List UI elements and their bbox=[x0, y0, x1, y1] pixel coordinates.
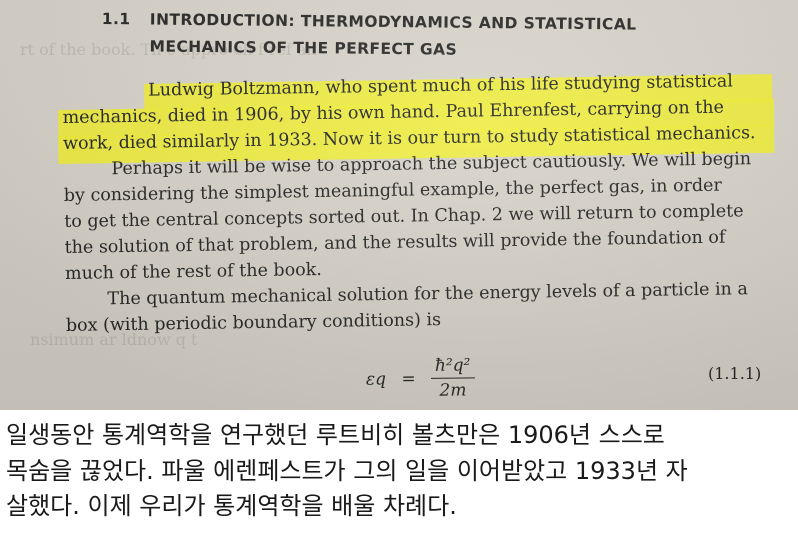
equation-numerator: ħ²q² bbox=[430, 355, 475, 379]
equation-fraction: ħ²q² 2m bbox=[430, 355, 475, 401]
section-heading: 1.1 INTRODUCTION: THERMODYNAMICS AND STAT… bbox=[101, 6, 637, 66]
equation-denominator: 2m bbox=[439, 380, 467, 401]
equation-lhs: εq bbox=[365, 368, 387, 390]
caption-line: 목숨을 끊었다. 파울 에렌페스트가 그의 일을 이어받았고 1933년 자 bbox=[6, 456, 688, 485]
equation: εq = ħ²q² 2m bbox=[366, 355, 475, 401]
caption-line: 살했다. 이제 우리가 통계역학을 배울 차례다. bbox=[6, 492, 457, 520]
section-number: 1.1 bbox=[101, 9, 131, 29]
equation-label: (1.1.1) bbox=[708, 364, 762, 383]
caption-line: 일생동안 통계역학을 연구했던 루트비히 볼츠만은 1906년 스스로 bbox=[6, 421, 665, 449]
caption: 일생동안 통계역학을 연구했던 루트비히 볼츠만은 1906년 스스로 목숨을 … bbox=[6, 418, 796, 525]
paragraph: Ludwig Boltzmann, who spent much of his … bbox=[62, 68, 759, 339]
section-title-line-2: MECHANICS OF THE PERFECT GAS bbox=[149, 37, 458, 59]
section-title-line-1: INTRODUCTION: THERMODYNAMICS AND STATIST… bbox=[149, 10, 637, 34]
equation-equals: = bbox=[401, 368, 416, 389]
book-page-photo: rt of the book. Th e appro ch f ref an n… bbox=[0, 0, 798, 410]
